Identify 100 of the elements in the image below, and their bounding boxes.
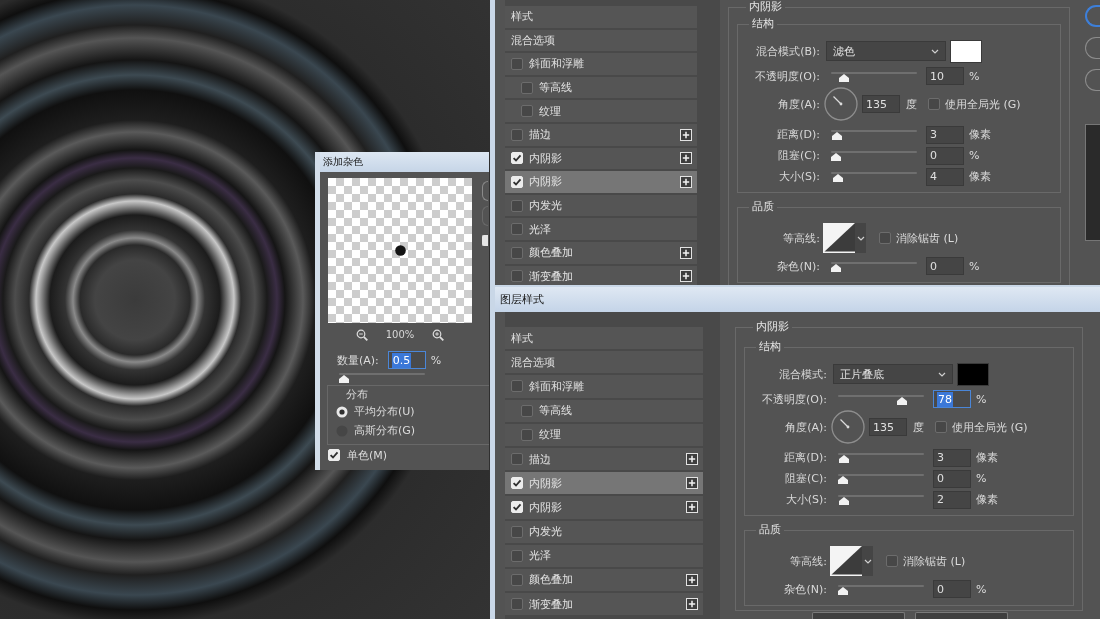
add-button[interactable]: [686, 573, 698, 586]
checkbox[interactable]: [511, 246, 523, 259]
number-field[interactable]: 4: [926, 167, 964, 186]
slider[interactable]: [831, 128, 917, 141]
style-list-item[interactable]: 内发光: [505, 194, 697, 217]
style-list-item[interactable]: 颜色叠加: [505, 568, 703, 592]
checkbox[interactable]: [511, 270, 523, 283]
slider[interactable]: [838, 451, 924, 464]
style-list-item[interactable]: 渐变叠加: [505, 265, 697, 285]
style-list-item[interactable]: 斜面和浮雕: [505, 53, 697, 75]
color-swatch[interactable]: [950, 39, 982, 63]
add-button[interactable]: [680, 152, 692, 165]
checkbox[interactable]: [511, 223, 523, 236]
number-field[interactable]: 0.5: [387, 351, 426, 369]
checkbox[interactable]: [521, 81, 533, 94]
add-button[interactable]: [680, 175, 692, 188]
style-list-item[interactable]: 内阴影: [505, 171, 697, 193]
checkbox-label[interactable]: 使用全局光 (G): [952, 419, 1028, 435]
style-list-item[interactable]: 斜面和浮雕: [505, 375, 703, 398]
radio-button[interactable]: [336, 405, 348, 418]
style-list-item[interactable]: 描边: [505, 123, 697, 146]
radio-label[interactable]: 平均分布(U): [354, 404, 415, 419]
dialog-button[interactable]: [915, 612, 1008, 619]
number-field[interactable]: 3: [926, 125, 964, 144]
slider[interactable]: [339, 371, 425, 384]
number-field[interactable]: 3: [933, 448, 971, 467]
style-list-item[interactable]: 渐变叠加: [505, 593, 703, 616]
style-list-item[interactable]: 描边: [505, 447, 703, 471]
style-list-item[interactable]: 光泽: [505, 544, 703, 567]
slider-thumb[interactable]: [838, 497, 849, 505]
style-list-item[interactable]: 混合选项: [505, 351, 703, 374]
checkbox-label[interactable]: 使用全局光 (G): [945, 96, 1021, 112]
add-button[interactable]: [686, 477, 698, 490]
number-field[interactable]: 0: [933, 580, 971, 598]
add-button[interactable]: [680, 128, 692, 141]
number-field[interactable]: 78: [933, 390, 971, 408]
style-list-item[interactable]: 颜色叠加: [505, 241, 697, 264]
contour-thumbnail[interactable]: [823, 223, 855, 253]
checkbox-label[interactable]: 消除锯齿 (L): [896, 230, 959, 246]
style-list-item[interactable]: 内发光: [505, 520, 703, 543]
style-list-item[interactable]: 等高线: [505, 399, 703, 422]
radio-label[interactable]: 高斯分布(G): [354, 423, 416, 438]
number-field[interactable]: 0: [926, 146, 964, 165]
add-button[interactable]: [686, 453, 698, 466]
checkbox[interactable]: [886, 555, 898, 567]
style-list-item[interactable]: 纹理: [505, 423, 703, 446]
checkbox[interactable]: [511, 199, 523, 212]
blend-mode-dropdown[interactable]: 正片叠底: [833, 364, 953, 384]
style-list-item[interactable]: 样式: [505, 6, 697, 28]
style-list-item[interactable]: 样式: [505, 327, 703, 350]
zoom-out-icon[interactable]: [355, 328, 368, 341]
dialog-button[interactable]: [812, 612, 905, 619]
checkbox[interactable]: [935, 421, 947, 433]
checkbox[interactable]: [521, 404, 533, 417]
number-field[interactable]: 0: [933, 469, 971, 488]
contour-thumbnail[interactable]: [830, 546, 862, 576]
style-list-item[interactable]: 等高线: [505, 76, 697, 99]
slider[interactable]: [831, 69, 917, 83]
checkbox-label[interactable]: 单色(M): [347, 447, 388, 463]
style-list-item[interactable]: 内阴影: [505, 496, 703, 519]
checkbox[interactable]: [511, 58, 523, 70]
checkbox[interactable]: [511, 573, 523, 586]
style-list-item[interactable]: 光泽: [505, 218, 697, 240]
slider[interactable]: [831, 170, 917, 183]
number-field[interactable]: 135: [869, 418, 907, 436]
style-list-item[interactable]: 纹理: [505, 100, 697, 122]
slider-thumb[interactable]: [832, 174, 843, 182]
number-field[interactable]: 2: [933, 490, 971, 509]
style-list-item[interactable]: 内阴影: [505, 472, 703, 495]
checkbox[interactable]: [521, 428, 533, 441]
color-swatch[interactable]: [957, 362, 989, 386]
slider[interactable]: [838, 493, 924, 506]
slider[interactable]: [831, 259, 917, 273]
checkbox-label[interactable]: 消除锯齿 (L): [903, 553, 966, 569]
number-field[interactable]: 135: [862, 95, 900, 113]
slider-thumb[interactable]: [838, 455, 849, 463]
number-field[interactable]: 10: [926, 67, 964, 85]
add-button[interactable]: [680, 270, 692, 283]
blend-mode-dropdown[interactable]: 滤色: [826, 41, 946, 61]
checkbox[interactable]: [879, 232, 891, 244]
checkbox[interactable]: [511, 549, 523, 562]
slider[interactable]: [831, 149, 917, 162]
style-list-item[interactable]: 混合选项: [505, 29, 697, 52]
style-list-item[interactable]: 内阴影: [505, 147, 697, 170]
checkbox[interactable]: [928, 98, 940, 110]
checkbox[interactable]: [521, 105, 533, 118]
checkbox[interactable]: [511, 380, 523, 393]
slider[interactable]: [838, 392, 924, 406]
slider[interactable]: [838, 582, 924, 596]
add-button[interactable]: [686, 598, 698, 611]
zoom-in-icon[interactable]: [432, 328, 445, 341]
slider-thumb[interactable]: [831, 132, 842, 140]
checkbox[interactable]: [511, 598, 523, 611]
checkbox[interactable]: [511, 128, 523, 141]
slider[interactable]: [838, 472, 924, 485]
add-button[interactable]: [686, 501, 698, 514]
checkbox[interactable]: [511, 525, 523, 538]
checkbox[interactable]: [511, 453, 523, 466]
add-button[interactable]: [680, 246, 692, 259]
number-field[interactable]: 0: [926, 257, 964, 275]
